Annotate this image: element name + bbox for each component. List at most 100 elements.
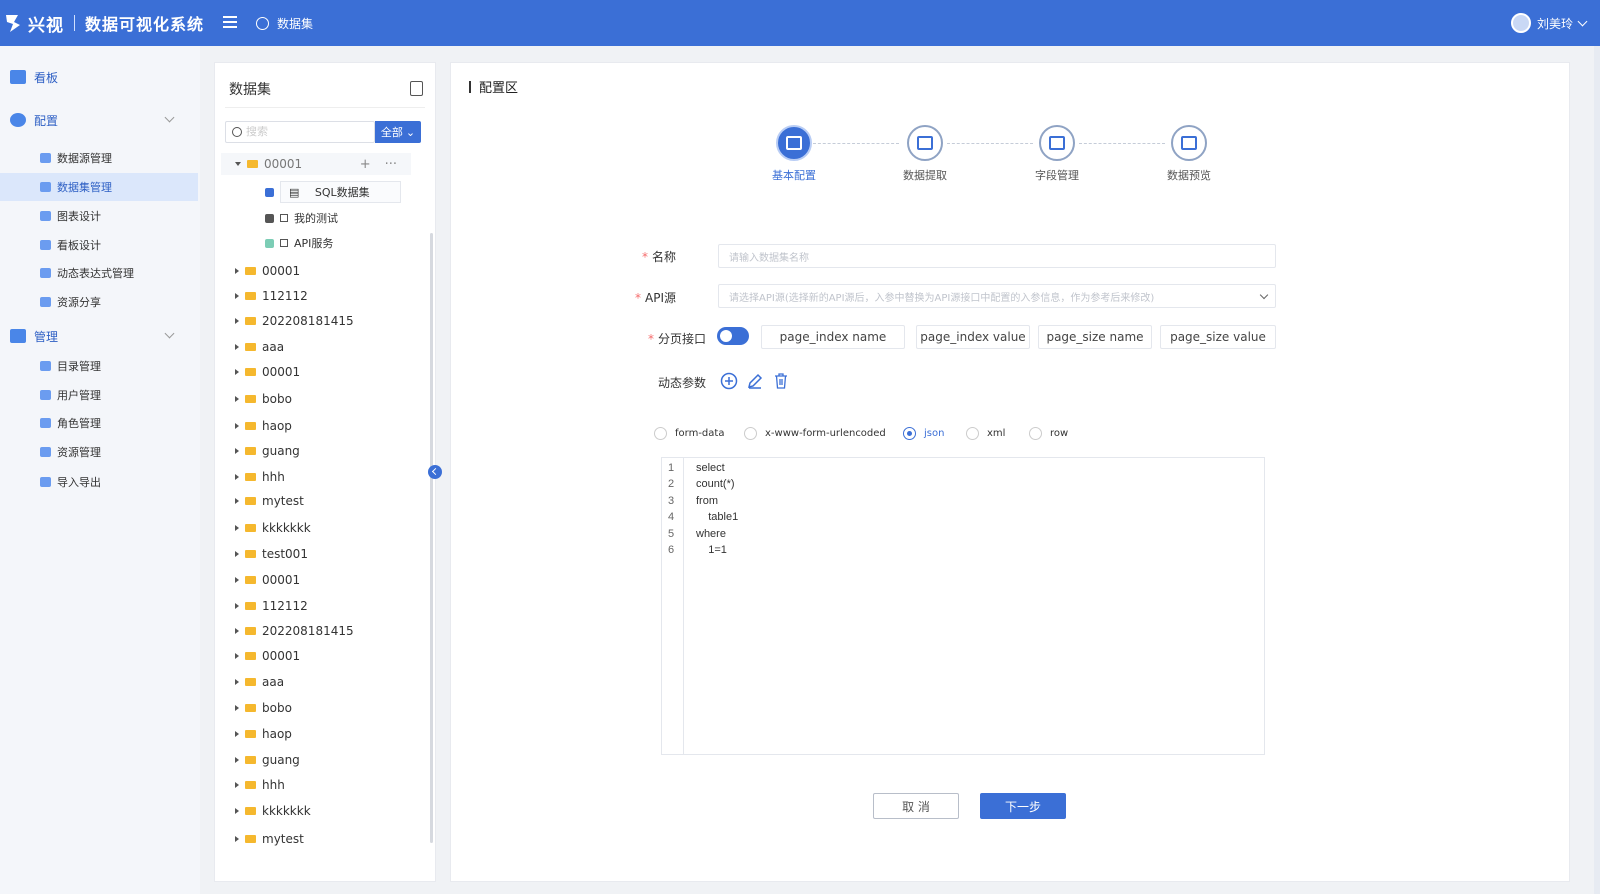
- tree-leaf-api-service[interactable]: API服务: [265, 232, 333, 254]
- step-basic-config[interactable]: 基本配置: [744, 125, 844, 183]
- tree-folder-node[interactable]: haop: [215, 415, 420, 437]
- tree-folder-node[interactable]: kkkkkkk: [215, 800, 420, 822]
- radio-form-data[interactable]: form-data: [654, 427, 724, 440]
- brand-name: 兴视: [28, 15, 64, 36]
- add-circle-icon[interactable]: [719, 371, 739, 391]
- sidebar-item-users[interactable]: 用户管理: [0, 381, 198, 409]
- app-logo[interactable]: 兴视 数据可视化系统: [4, 11, 204, 36]
- line-number: 2: [668, 478, 675, 490]
- window-edge: [1594, 46, 1600, 894]
- search-input[interactable]: [246, 126, 366, 138]
- tree-folder-node[interactable]: bobo: [215, 388, 420, 410]
- tree-folder-node[interactable]: guang: [215, 749, 420, 771]
- menu-toggle-icon[interactable]: [223, 16, 239, 30]
- tree-folder-node[interactable]: mytest: [215, 828, 420, 850]
- tree-folder-node[interactable]: 00001: [215, 260, 420, 282]
- tree-leaf-sql-dataset[interactable]: ▤ SQL数据集: [265, 181, 401, 203]
- folder-icon: [245, 576, 256, 584]
- tree-folder-node[interactable]: hhh: [215, 466, 420, 488]
- tree-node-label: test001: [262, 547, 308, 561]
- tree-leaf-my-test[interactable]: 我的测试: [265, 207, 338, 229]
- add-document-icon[interactable]: [410, 81, 423, 96]
- sidebar-item-label: 角色管理: [57, 417, 101, 430]
- sidebar-group-manage[interactable]: 管理: [10, 325, 175, 347]
- api-source-select[interactable]: 请选择API源(选择新的API源后，入参中替换为API源接口中配置的入参信息，作…: [718, 284, 1276, 308]
- collapse-panel-icon[interactable]: [428, 465, 442, 479]
- caret-down-icon: [235, 162, 241, 166]
- page-index-name-input[interactable]: page_index name: [761, 325, 905, 349]
- api-icon: [265, 238, 274, 248]
- step-field-manage[interactable]: 字段管理: [1007, 125, 1107, 183]
- radio-xml[interactable]: xml: [966, 427, 1005, 440]
- manage-icon: [10, 329, 26, 343]
- tree-folder-node[interactable]: 202208181415: [215, 620, 420, 642]
- sidebar-item-datasource[interactable]: 数据源管理: [0, 144, 198, 172]
- sidebar-group-label: 配置: [34, 113, 59, 128]
- sidebar-item-chart-design[interactable]: 图表设计: [0, 202, 198, 230]
- sidebar-item-board-design[interactable]: 看板设计: [0, 231, 198, 259]
- tree-node-label: 00001: [262, 649, 301, 663]
- page-size-value-input[interactable]: page_size value: [1160, 325, 1276, 349]
- tree-node-label: hhh: [262, 470, 285, 484]
- radio-urlencoded[interactable]: x-www-form-urlencoded: [744, 427, 886, 440]
- code-editor[interactable]: 1 2 3 4 5 6 select count(*) from table1 …: [661, 457, 1265, 755]
- delete-icon[interactable]: [771, 371, 791, 391]
- paging-toggle[interactable]: [717, 327, 749, 345]
- tree-folder-node[interactable]: haop: [215, 723, 420, 745]
- radio-row[interactable]: row: [1029, 427, 1068, 440]
- search-icon: [232, 127, 242, 137]
- sidebar-group-dashboard[interactable]: 看板: [10, 66, 58, 88]
- tree-folder-node[interactable]: test001: [215, 543, 420, 565]
- sidebar-item-label: 数据集管理: [57, 181, 112, 194]
- tree-folder-node[interactable]: aaa: [215, 671, 420, 693]
- tree-folder-node[interactable]: hhh: [215, 774, 420, 796]
- tree-node-label: 00001: [264, 157, 303, 171]
- sidebar-item-import-export[interactable]: 导入导出: [0, 468, 198, 496]
- radio-json[interactable]: json: [903, 427, 944, 440]
- sidebar-item-resources[interactable]: 资源管理: [0, 438, 198, 466]
- page-index-value-input[interactable]: page_index value: [916, 325, 1030, 349]
- folder-icon: [245, 602, 256, 610]
- tree-folder-node[interactable]: 202208181415: [215, 310, 420, 332]
- tree-node-label: kkkkkkk: [262, 521, 311, 535]
- name-input[interactable]: 请输入数据集名称: [718, 244, 1276, 268]
- tree-folder-node[interactable]: mytest: [215, 490, 420, 512]
- page-size-name-input[interactable]: page_size name: [1038, 325, 1152, 349]
- caret-right-icon: [235, 268, 239, 274]
- step-label: 数据预览: [1167, 169, 1211, 182]
- tree-node-label: kkkkkkk: [262, 804, 311, 818]
- sidebar-item-dynamic-expression[interactable]: 动态表达式管理: [0, 259, 198, 287]
- breadcrumb: 数据集: [256, 15, 313, 32]
- tree-folder-node[interactable]: kkkkkkk: [215, 517, 420, 539]
- cancel-button[interactable]: 取 消: [873, 793, 959, 819]
- filter-dropdown[interactable]: 全部 ⌄: [375, 121, 421, 143]
- folder-icon: [245, 627, 256, 635]
- tree-folder-node[interactable]: aaa: [215, 336, 420, 358]
- plus-icon[interactable]: +: [360, 157, 371, 172]
- tree-folder-node[interactable]: bobo: [215, 697, 420, 719]
- more-icon[interactable]: ···: [385, 157, 397, 172]
- step-data-preview[interactable]: 数据预览: [1139, 125, 1239, 183]
- sidebar-item-roles[interactable]: 角色管理: [0, 409, 198, 437]
- sidebar-group-config[interactable]: 配置: [10, 109, 175, 131]
- code-icon: [1039, 125, 1075, 161]
- next-step-button[interactable]: 下一步: [980, 793, 1066, 819]
- step-data-extract[interactable]: 数据提取: [875, 125, 975, 183]
- tree-folder-node[interactable]: 112112: [215, 285, 420, 307]
- tree-scrollbar[interactable]: [430, 233, 433, 843]
- sidebar-item-resource-share[interactable]: 资源分享: [0, 288, 198, 316]
- sidebar-item-label: 资源管理: [57, 446, 101, 459]
- user-menu[interactable]: 刘美玲: [1510, 13, 1588, 33]
- tree-folder-node[interactable]: 00001: [215, 361, 420, 383]
- tree-folder-node[interactable]: 00001: [215, 645, 420, 667]
- tree-folder-node[interactable]: 00001: [215, 569, 420, 591]
- tree-folder-node[interactable]: guang: [215, 440, 420, 462]
- caret-right-icon: [235, 836, 239, 842]
- caret-right-icon: [235, 318, 239, 324]
- edit-icon[interactable]: [745, 371, 765, 391]
- tree-folder-node[interactable]: 112112: [215, 595, 420, 617]
- sidebar-item-dataset[interactable]: 数据集管理: [0, 173, 198, 201]
- radio-dot: [966, 427, 979, 440]
- sidebar-item-directory[interactable]: 目录管理: [0, 352, 198, 380]
- tree-root-node[interactable]: 00001 + ···: [221, 153, 411, 175]
